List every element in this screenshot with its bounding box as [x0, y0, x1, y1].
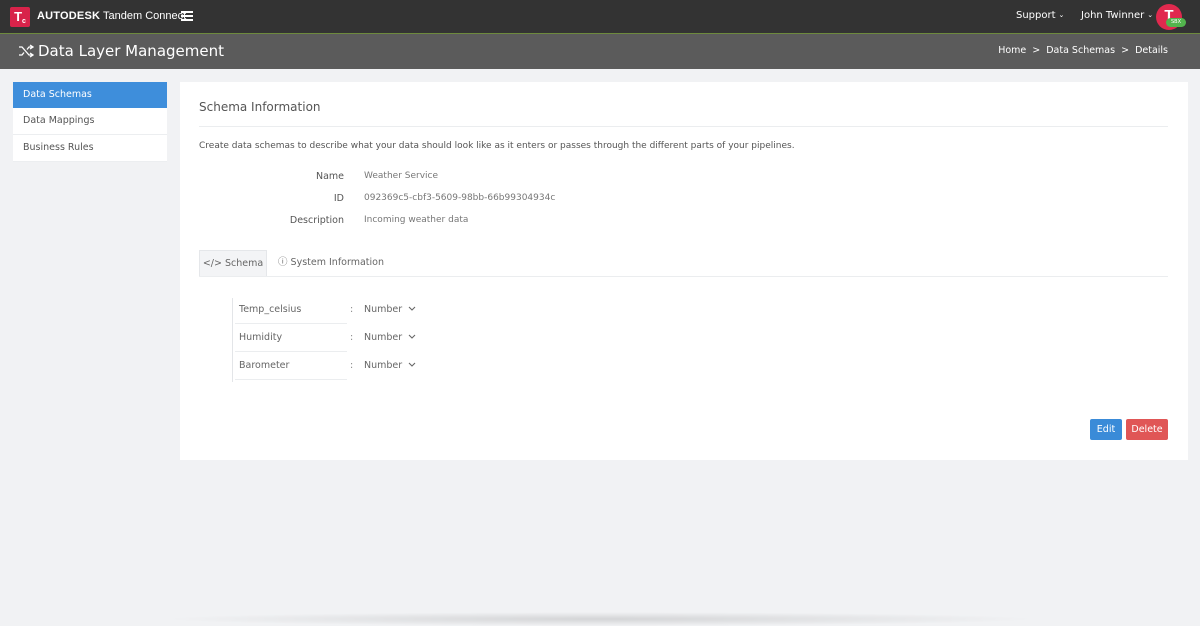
info-icon: ⓘ — [278, 257, 288, 268]
divider — [235, 351, 347, 352]
field-rail — [232, 298, 233, 382]
name-label: Name — [315, 171, 344, 182]
card-description: Create data schemas to describe what you… — [199, 141, 795, 151]
schema-card: Schema Information Create data schemas t… — [180, 82, 1188, 460]
schema-field-row: Humidity : Number — [235, 325, 416, 352]
field-name: Temp_celsius — [239, 304, 302, 315]
user-menu[interactable]: John Twinner ⌄ — [1081, 10, 1153, 21]
breadcrumb-separator: > — [1032, 45, 1041, 56]
breadcrumb-details: Details — [1135, 45, 1168, 56]
field-separator: : — [350, 332, 354, 343]
breadcrumb: Home > Data Schemas > Details — [998, 45, 1168, 56]
tab-schema[interactable]: </> Schema — [199, 250, 267, 277]
schema-field-row: Barometer : Number — [235, 353, 416, 380]
brand-name: AUTODESK Tandem Connect — [37, 10, 187, 22]
tab-system-information[interactable]: ⓘ System Information — [278, 250, 384, 276]
tab-divider — [199, 276, 1168, 277]
id-label: ID — [333, 193, 344, 204]
chevron-down-icon — [408, 332, 416, 343]
delete-button[interactable]: Delete — [1126, 419, 1168, 440]
page-header: Data Layer Management Home > Data Schemas >… — [0, 34, 1200, 69]
field-separator: : — [350, 304, 354, 315]
breadcrumb-data-schemas[interactable]: Data Schemas — [1046, 45, 1115, 56]
id-value: 092369c5-cbf3-5609-98bb-66b99304934c — [364, 193, 556, 203]
chevron-down-icon: ⌄ — [1058, 11, 1065, 19]
breadcrumb-separator: > — [1121, 45, 1130, 56]
page-title: Data Layer Management — [38, 42, 224, 60]
description-label: Description — [289, 215, 344, 226]
field-type-select[interactable]: Number — [364, 304, 416, 315]
name-value: Weather Service — [364, 171, 439, 181]
top-navbar: Tc AUTODESK Tandem Connect Support ⌄ John… — [0, 0, 1200, 34]
chevron-down-icon: ⌄ — [1147, 11, 1154, 19]
divider — [235, 323, 347, 324]
sidebar: Data Schemas Data Mappings Business Rule… — [13, 82, 167, 162]
schema-field-row: Temp_celsius : Number — [235, 297, 416, 324]
chevron-down-icon — [408, 304, 416, 315]
tandem-logo[interactable]: Tc — [10, 7, 30, 27]
field-type-select[interactable]: Number — [364, 332, 416, 343]
shuffle-icon — [19, 44, 34, 58]
sidebar-item-data-mappings[interactable]: Data Mappings — [13, 108, 167, 135]
breadcrumb-home[interactable]: Home — [998, 45, 1026, 56]
card-title: Schema Information — [199, 100, 321, 114]
edit-button[interactable]: Edit — [1090, 419, 1122, 440]
support-menu[interactable]: Support ⌄ — [1016, 10, 1064, 21]
field-name: Humidity — [239, 332, 283, 343]
tab-system-information-label: System Information — [290, 257, 384, 268]
description-value: Incoming weather data — [364, 215, 469, 225]
chevron-down-icon — [408, 360, 416, 371]
sidebar-item-business-rules[interactable]: Business Rules — [13, 135, 167, 162]
field-type-select[interactable]: Number — [364, 360, 416, 371]
sidebar-item-data-schemas[interactable]: Data Schemas — [13, 82, 167, 108]
code-icon: </> — [202, 258, 222, 269]
sandbox-badge: SBX — [1166, 18, 1186, 27]
field-name: Barometer — [239, 360, 290, 371]
menu-icon[interactable] — [181, 11, 193, 21]
divider — [235, 379, 347, 380]
tab-schema-label: Schema — [224, 258, 264, 269]
field-separator: : — [350, 360, 354, 371]
divider — [199, 126, 1168, 127]
